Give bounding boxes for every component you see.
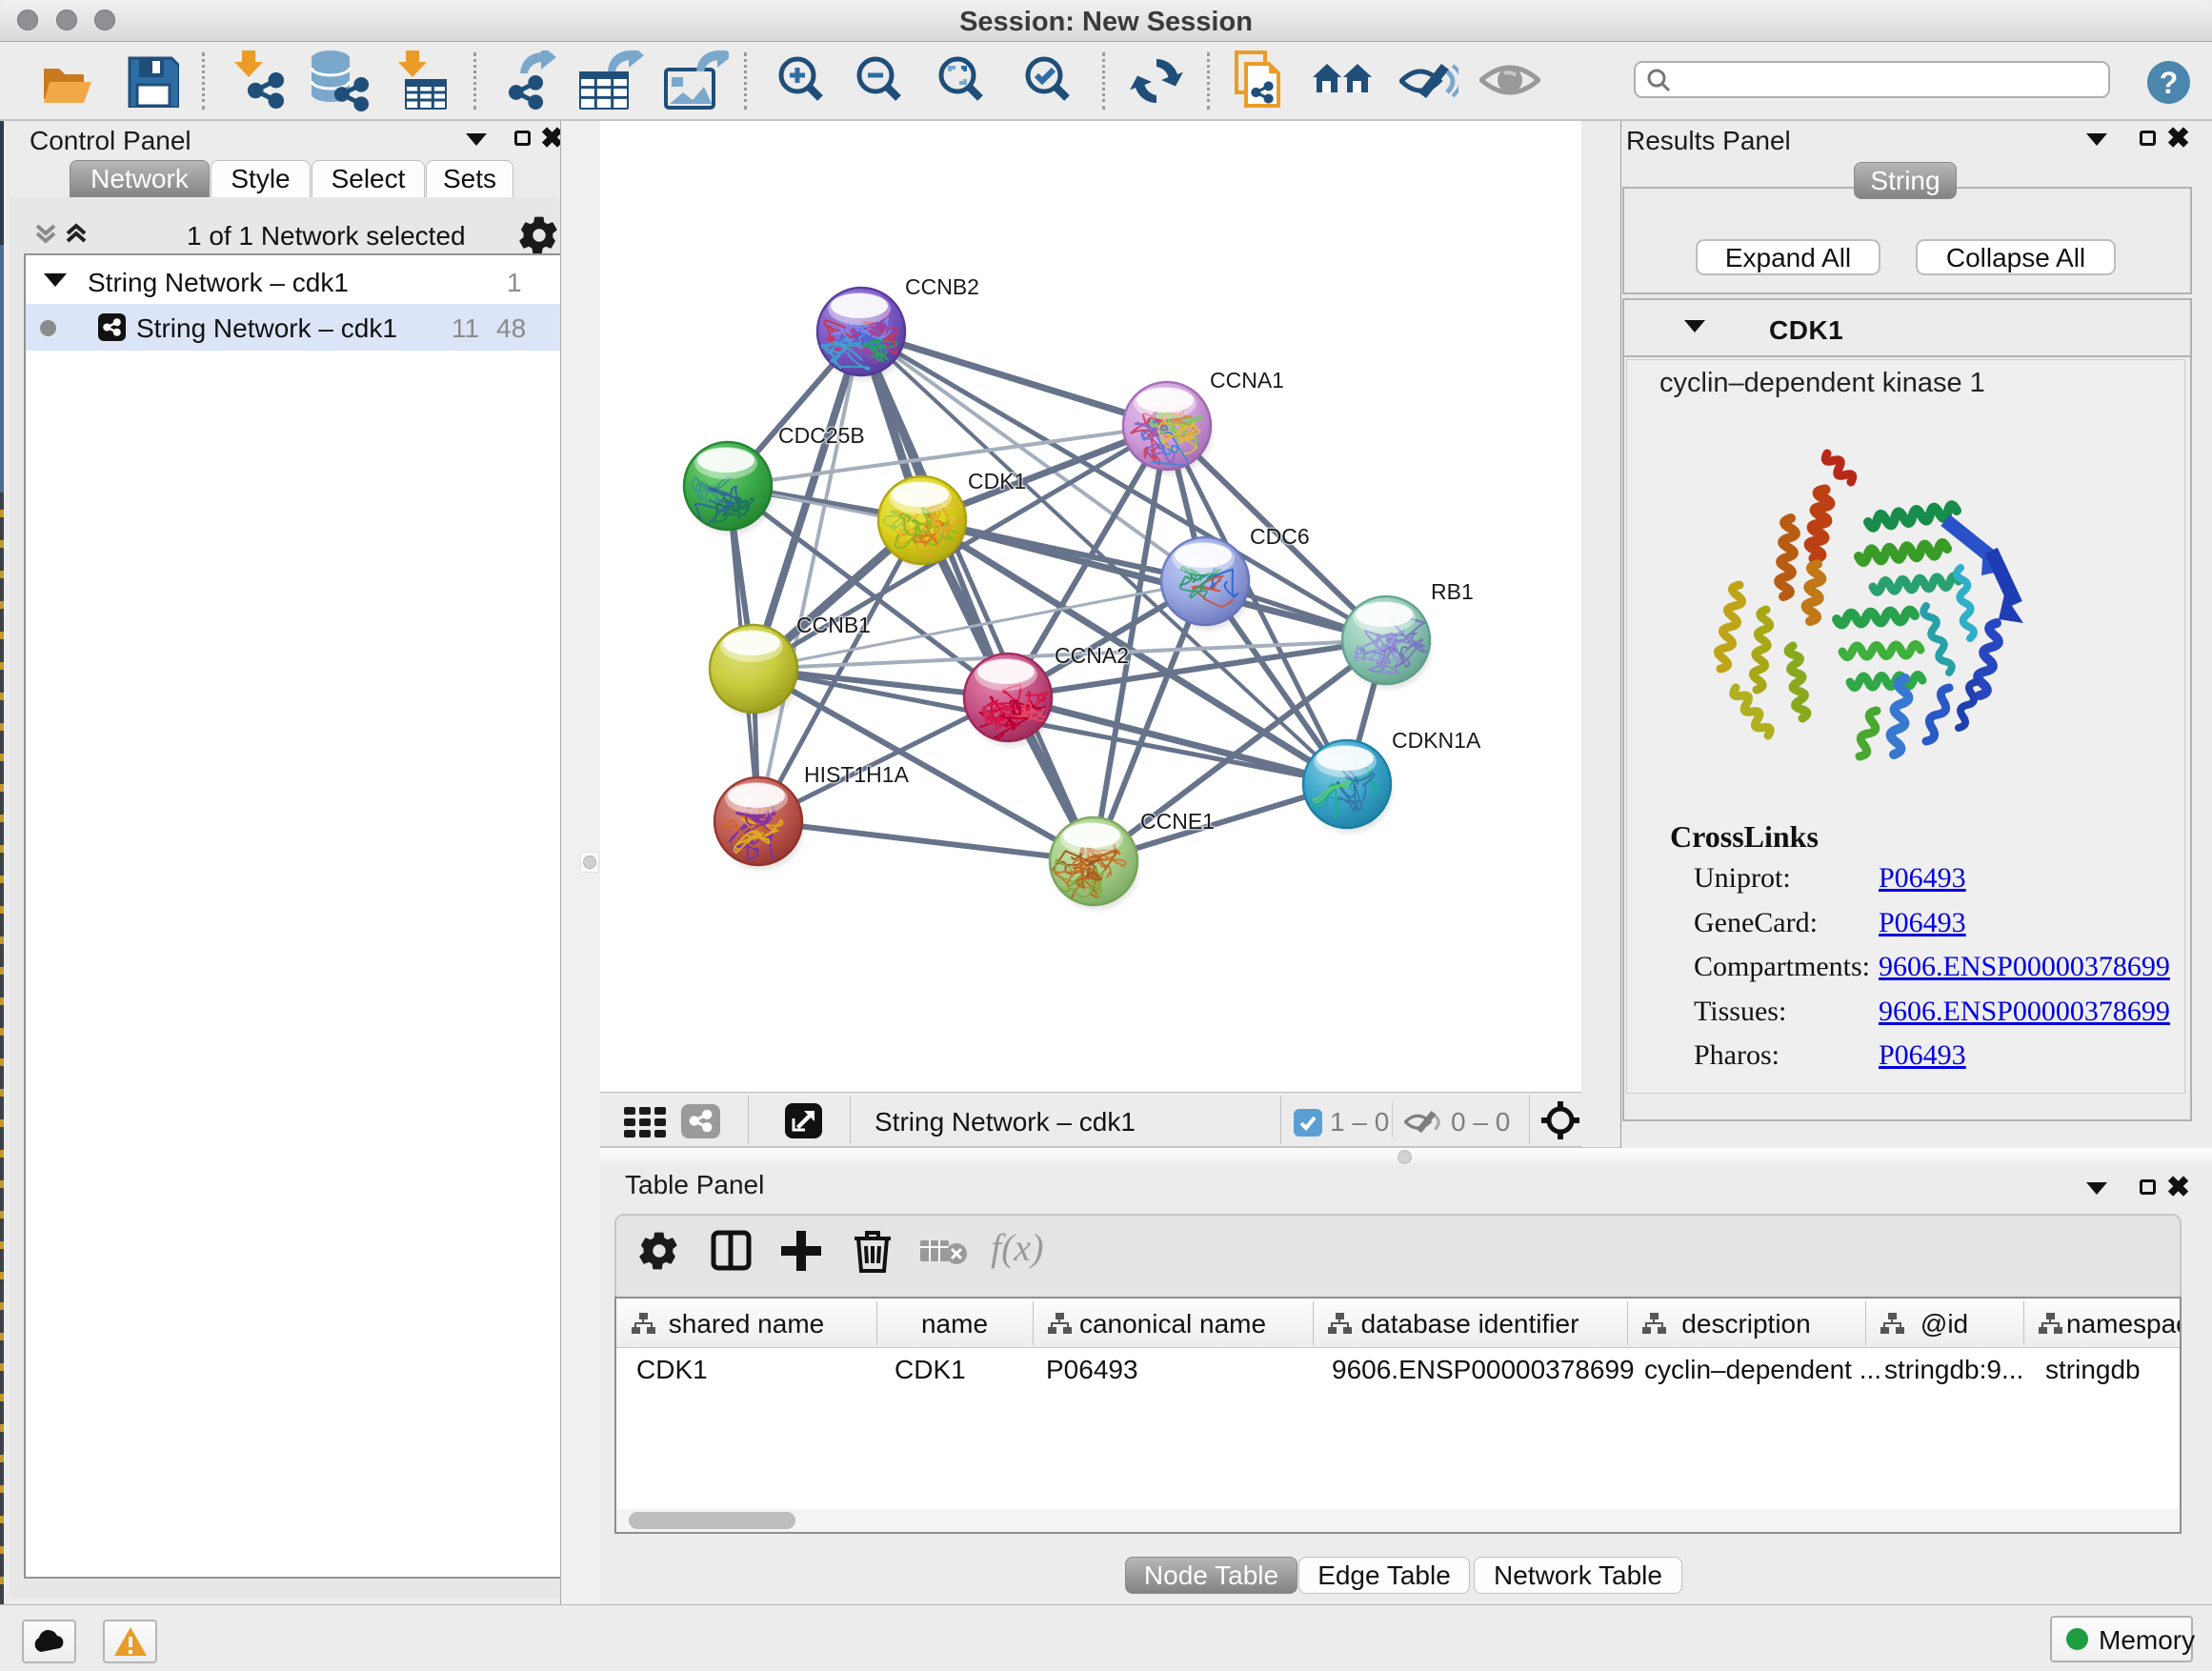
svg-text:CCNB1: CCNB1 (796, 613, 871, 637)
svg-text:CCNA2: CCNA2 (1055, 643, 1129, 668)
svg-text:HIST1H1A: HIST1H1A (804, 762, 910, 787)
svg-text:RB1: RB1 (1431, 579, 1474, 604)
svg-text:CCNE1: CCNE1 (1140, 809, 1215, 834)
svg-text:CDC6: CDC6 (1250, 524, 1310, 549)
svg-text:CDK1: CDK1 (968, 469, 1026, 493)
svg-text:CDKN1A: CDKN1A (1392, 728, 1481, 753)
svg-text:CDC25B: CDC25B (778, 423, 865, 448)
svg-text:CCNA1: CCNA1 (1210, 368, 1284, 393)
svg-text:CCNB2: CCNB2 (905, 274, 979, 299)
